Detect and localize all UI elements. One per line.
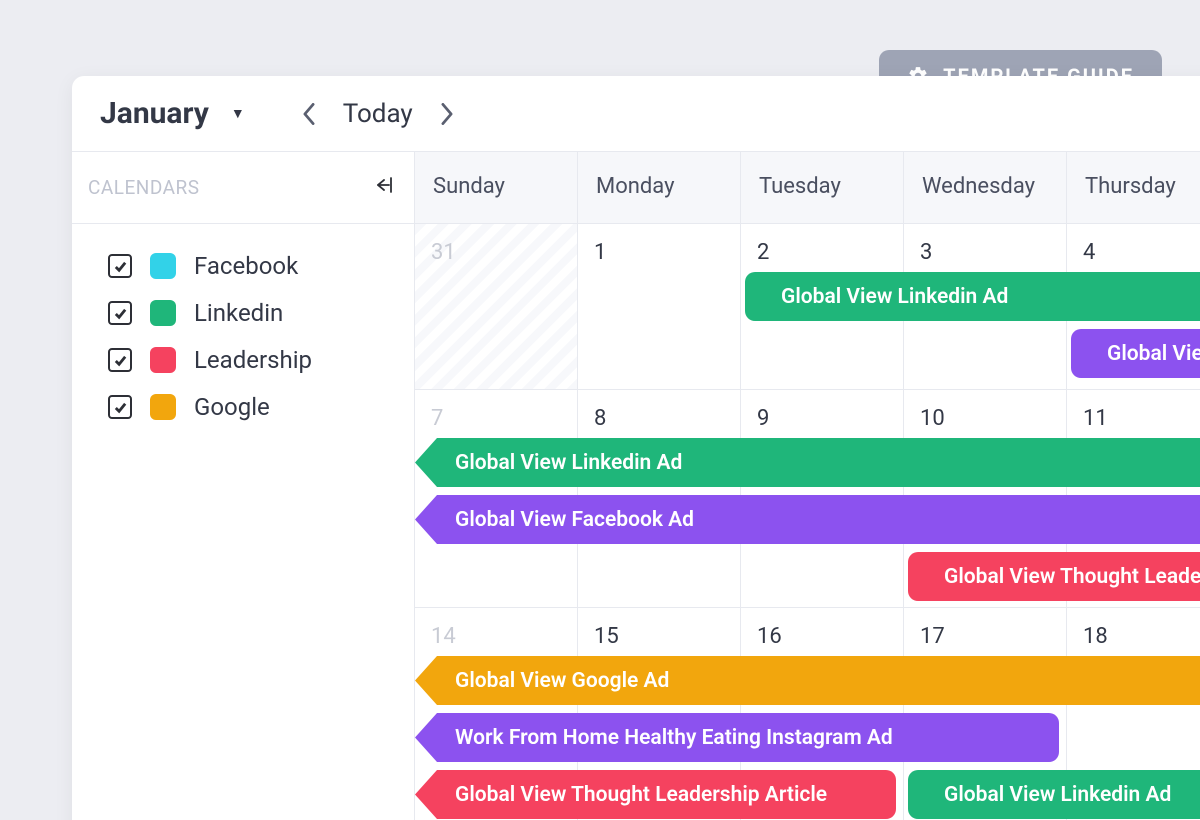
calendar-name: Facebook (194, 252, 298, 280)
calendar-sidebar: CALENDARS Facebook Linkedin (72, 152, 415, 820)
calendar-list: Facebook Linkedin Leadership Google (72, 224, 414, 421)
color-swatch (150, 347, 176, 373)
next-period-button[interactable] (431, 98, 463, 130)
day-header: Monday (578, 152, 741, 223)
event-lane: Global View Linkedin Ad (415, 438, 1200, 487)
calendar-event[interactable]: Global View Linkedin Ad (415, 438, 1200, 487)
calendar-event[interactable]: Global View Linkedin Ad (908, 770, 1200, 819)
event-lane: Global View Facebook Ad (415, 495, 1200, 544)
sidebar-header: CALENDARS (72, 152, 414, 224)
collapse-left-icon (374, 175, 394, 195)
color-swatch (150, 394, 176, 420)
month-label: January (100, 96, 209, 131)
sidebar-title: CALENDARS (88, 176, 200, 199)
chevron-down-icon: ▼ (231, 105, 245, 122)
checkbox[interactable] (108, 348, 132, 372)
day-header-row: SundayMondayTuesdayWednesdayThursday (415, 152, 1200, 224)
calendar-filter-item[interactable]: Google (108, 393, 394, 421)
checkbox[interactable] (108, 301, 132, 325)
check-icon (113, 306, 128, 321)
event-lane: Global View Google Ad (415, 656, 1200, 705)
date-cell[interactable]: 1 (578, 224, 741, 390)
calendar-filter-item[interactable]: Facebook (108, 252, 394, 280)
today-button[interactable]: Today (343, 99, 413, 129)
event-lane: Global View Thought Leadership ArticleGl… (415, 770, 1200, 819)
calendar-event[interactable]: Global View Facebook Ad (415, 495, 1200, 544)
week-rows: 311234Global View Linkedin AdGlobal View… (415, 224, 1200, 820)
calendar-event[interactable]: Global View Thought Leadership Article (908, 552, 1200, 601)
calendar-header: January ▼ Today (72, 76, 1200, 151)
checkbox[interactable] (108, 254, 132, 278)
chevron-left-icon (302, 103, 316, 125)
calendar-name: Leadership (194, 346, 312, 374)
date-cell[interactable]: 31 (415, 224, 578, 390)
calendar-grid: SundayMondayTuesdayWednesdayThursday 311… (415, 152, 1200, 820)
week-row: 1415161718Global View Google AdWork From… (415, 608, 1200, 820)
day-header: Sunday (415, 152, 578, 223)
month-picker[interactable]: January ▼ (100, 96, 245, 131)
calendar-filter-item[interactable]: Leadership (108, 346, 394, 374)
check-icon (113, 400, 128, 415)
calendar-event[interactable]: Global View Google Ad (415, 656, 1200, 705)
prev-period-button[interactable] (293, 98, 325, 130)
calendar-name: Linkedin (194, 299, 283, 327)
calendar-card: January ▼ Today CALENDARS (72, 76, 1200, 820)
calendar-filter-item[interactable]: Linkedin (108, 299, 394, 327)
collapse-sidebar-button[interactable] (374, 175, 394, 200)
calendar-event[interactable]: Work From Home Healthy Eating Instagram … (415, 713, 1059, 762)
day-header: Tuesday (741, 152, 904, 223)
check-icon (113, 353, 128, 368)
check-icon (113, 259, 128, 274)
color-swatch (150, 253, 176, 279)
chevron-right-icon (440, 103, 454, 125)
checkbox[interactable] (108, 395, 132, 419)
color-swatch (150, 300, 176, 326)
week-row: 311234Global View Linkedin AdGlobal View… (415, 224, 1200, 390)
calendar-event[interactable]: Global View Linkedin Ad (745, 272, 1200, 321)
calendar-event[interactable]: Global View Facebook Ad (1071, 329, 1200, 378)
calendar-name: Google (194, 393, 270, 421)
day-header: Wednesday (904, 152, 1067, 223)
week-row: 7891011Global View Linkedin AdGlobal Vie… (415, 390, 1200, 608)
calendar-event[interactable]: Global View Thought Leadership Article (415, 770, 896, 819)
day-header: Thursday (1067, 152, 1200, 223)
